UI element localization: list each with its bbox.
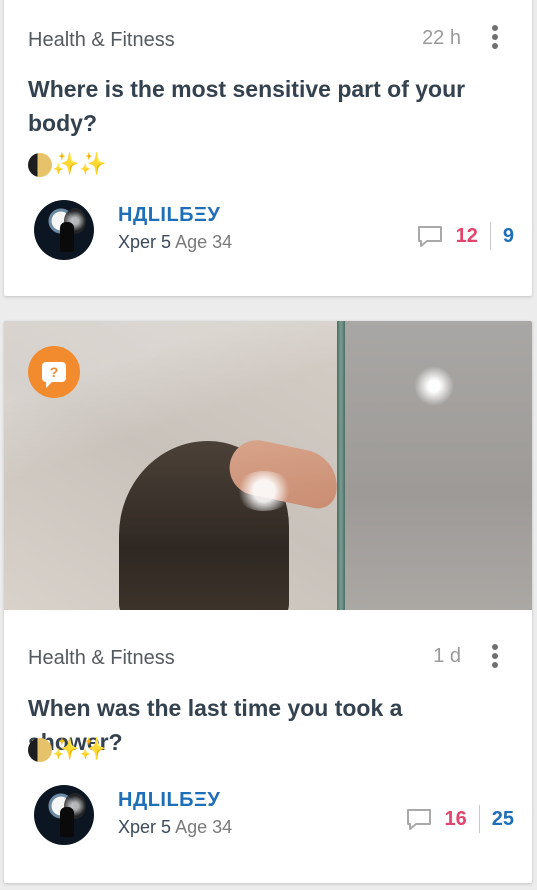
answer-count: 16 xyxy=(444,807,467,830)
moon-emoji-icon xyxy=(28,153,52,177)
avatar[interactable] xyxy=(34,200,94,260)
category-label[interactable]: Health & Fitness xyxy=(28,29,175,52)
avatar[interactable] xyxy=(34,785,94,845)
username[interactable]: НДLILБΞУ xyxy=(118,789,220,812)
glass-edge xyxy=(337,321,345,610)
glass-panel xyxy=(339,321,532,610)
xper-level: Xper 5 xyxy=(118,817,172,837)
comment-bubble-icon xyxy=(417,226,442,247)
question-badge-icon: ? xyxy=(28,346,80,398)
category-label[interactable]: Health & Fitness xyxy=(28,647,175,670)
user-age: Age 34 xyxy=(175,817,233,837)
emoji-row: ✨✨ xyxy=(28,737,107,763)
more-options-icon[interactable] xyxy=(484,641,506,671)
view-count: 9 xyxy=(502,224,514,247)
sparkles-icon: ✨✨ xyxy=(52,737,107,762)
avatar-figure xyxy=(60,807,74,837)
comment-bubble-icon xyxy=(406,809,431,830)
user-info: Xper 5 Age 34 xyxy=(118,232,232,253)
shampoo-foam xyxy=(234,471,294,511)
xper-level: Xper 5 xyxy=(118,232,172,252)
username[interactable]: НДLILБΞУ xyxy=(118,204,220,227)
post-time: 22 h xyxy=(422,27,461,49)
post-stats: 12 9 xyxy=(416,221,514,251)
emoji-row: ✨✨ xyxy=(28,152,107,178)
question-card[interactable]: Health & Fitness 22 h Where is the most … xyxy=(4,0,532,296)
question-title[interactable]: Where is the most sensitive part of your… xyxy=(28,72,498,140)
sparkles-icon: ✨✨ xyxy=(52,152,107,177)
post-stats: 16 25 xyxy=(405,804,514,834)
question-bubble-icon: ? xyxy=(42,362,66,388)
answer-count: 12 xyxy=(455,224,478,247)
moon-emoji-icon xyxy=(28,738,52,762)
question-image[interactable]: ? xyxy=(4,321,532,610)
user-info: Xper 5 Age 34 xyxy=(118,817,232,838)
post-time: 1 d xyxy=(433,645,461,667)
light-reflection xyxy=(414,366,454,406)
user-age: Age 34 xyxy=(175,232,233,252)
view-count: 25 xyxy=(491,807,514,830)
more-options-icon[interactable] xyxy=(484,22,506,52)
avatar-figure xyxy=(60,222,74,252)
question-card[interactable]: ? Health & Fitness 1 d When was the last… xyxy=(4,321,532,883)
